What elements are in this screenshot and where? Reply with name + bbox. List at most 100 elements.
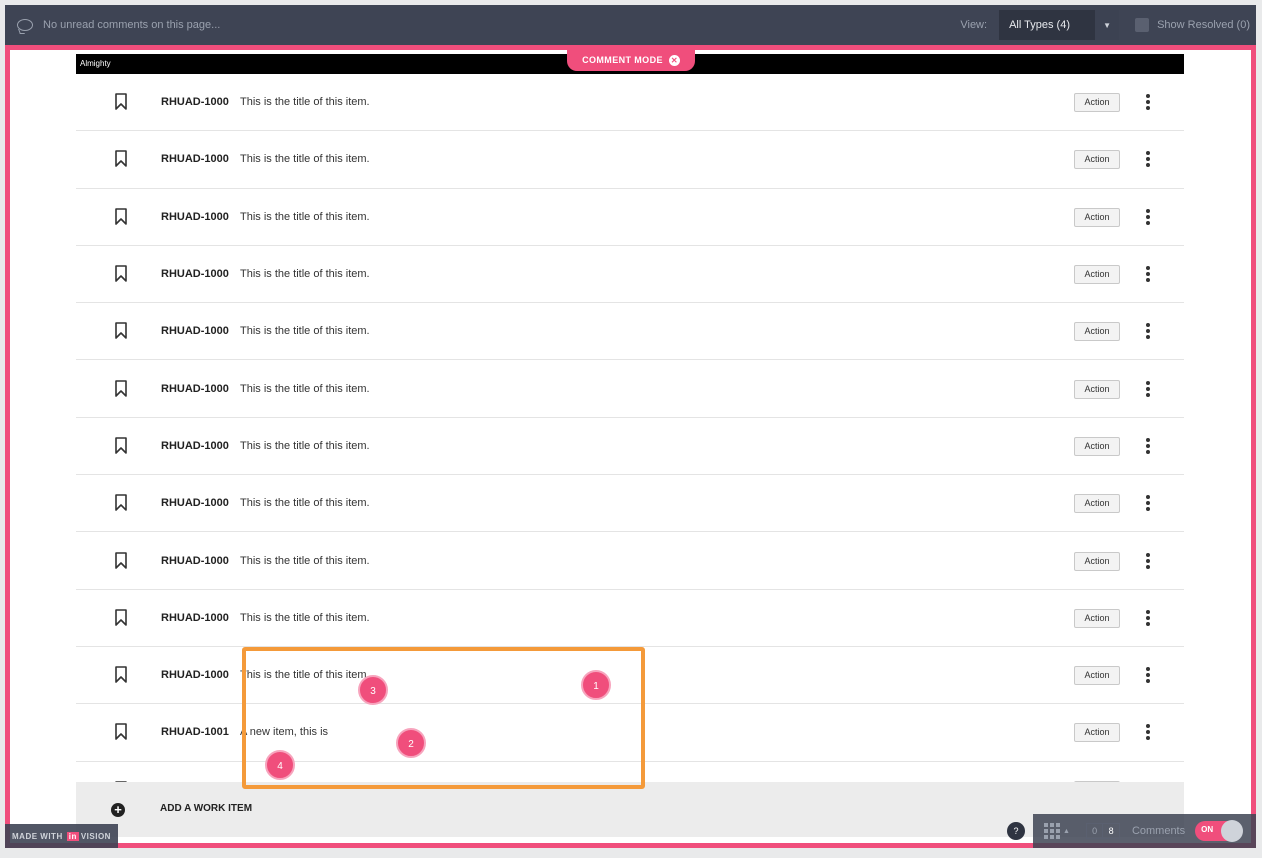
kebab-menu-icon[interactable] <box>1146 495 1150 512</box>
comment-pin-3[interactable]: 3 <box>358 675 388 705</box>
item-title[interactable]: This is the title of this item. <box>240 325 370 337</box>
item-id[interactable]: RHUAD-1001 <box>161 726 229 738</box>
kebab-menu-icon[interactable] <box>1146 552 1150 569</box>
kebab-menu-icon[interactable] <box>1146 724 1150 741</box>
checkbox-icon[interactable] <box>1135 18 1150 32</box>
unread-comments-status: No unread comments on this page... <box>43 19 221 31</box>
kebab-menu-icon[interactable] <box>1146 208 1150 225</box>
comments-toggle[interactable]: ON <box>1195 820 1244 842</box>
item-title[interactable]: This is the title of this item. <box>240 211 370 223</box>
comment-mode-label: COMMENT MODE <box>582 55 663 65</box>
bookmark-icon[interactable] <box>115 207 127 225</box>
table-row[interactable]: RHUAD-1000 This is the title of this item… <box>76 532 1184 590</box>
bookmark-icon[interactable] <box>115 666 127 683</box>
kebab-menu-icon[interactable] <box>1146 667 1150 684</box>
add-work-item-label[interactable]: ADD A WORK ITEM <box>160 803 252 814</box>
help-button[interactable]: ? <box>1007 822 1025 840</box>
item-id[interactable]: RHUAD-1000 <box>161 325 229 337</box>
item-title[interactable]: This is the title of this item. <box>240 383 370 395</box>
action-button[interactable]: Action <box>1074 436 1120 456</box>
app-title: Almighty <box>80 59 111 68</box>
item-id[interactable]: RHUAD-1000 <box>161 497 229 509</box>
action-button[interactable]: Action <box>1074 207 1120 227</box>
bookmark-icon[interactable] <box>115 93 127 110</box>
item-title[interactable]: This is the title of this item. <box>240 497 370 509</box>
action-button[interactable]: Action <box>1074 551 1120 571</box>
item-title[interactable]: This is the title of this item. <box>240 440 370 452</box>
table-row[interactable]: RHUAD-1000 This is the title of this item… <box>76 246 1184 304</box>
close-icon[interactable]: ✕ <box>668 54 680 66</box>
item-id[interactable]: RHUAD-1000 <box>161 383 229 395</box>
bookmark-icon[interactable] <box>115 609 127 626</box>
bookmark-icon[interactable] <box>115 322 127 340</box>
bookmark-icon[interactable] <box>115 494 127 512</box>
bookmark-icon[interactable] <box>115 150 127 168</box>
table-row[interactable]: RHUAD-1000 This is the title of this item… <box>76 74 1184 132</box>
comment-counter: 0 8 <box>1085 823 1120 839</box>
table-row[interactable]: RHUAD-1000 This is the title of this item… <box>76 475 1184 533</box>
comment-pin-2[interactable]: 2 <box>396 728 426 758</box>
item-id[interactable]: RHUAD-1000 <box>161 96 229 108</box>
table-row[interactable]: RHUAD-1000 This is the title of this item… <box>76 189 1184 246</box>
item-id[interactable]: RHUAD-1000 <box>161 440 229 452</box>
kebab-menu-icon[interactable] <box>1146 380 1150 397</box>
bookmark-icon[interactable] <box>115 723 127 741</box>
item-id[interactable]: RHUAD-1000 <box>161 268 229 280</box>
action-button[interactable]: Action <box>1074 150 1120 170</box>
action-button[interactable]: Action <box>1074 494 1120 514</box>
chat-bubble-icon <box>17 19 33 31</box>
table-row[interactable]: RHUAD-1000 This is the title of this item… <box>76 418 1184 476</box>
action-button[interactable]: Action <box>1074 723 1120 743</box>
item-id[interactable]: RHUAD-1000 <box>161 669 229 681</box>
bookmark-icon[interactable] <box>115 437 127 454</box>
comment-toolbar: No unread comments on this page... View:… <box>5 5 1256 45</box>
made-with-suffix: VISION <box>80 831 111 841</box>
invision-logo: in <box>66 831 79 841</box>
table-row[interactable]: RHUAD-1000 This is the title of this item… <box>76 131 1184 189</box>
table-row[interactable]: RHUAD-1000 This is the title of this item… <box>76 303 1184 361</box>
kebab-menu-icon[interactable] <box>1146 266 1150 283</box>
bookmark-icon[interactable] <box>115 551 127 569</box>
item-id[interactable]: RHUAD-1000 <box>161 612 229 624</box>
action-button[interactable]: Action <box>1074 666 1120 686</box>
comment-mode-badge[interactable]: COMMENT MODE ✕ <box>567 49 695 71</box>
grid-icon[interactable] <box>1044 823 1060 839</box>
kebab-menu-icon[interactable] <box>1146 323 1150 340</box>
chevron-down-icon[interactable]: ▼ <box>1095 10 1120 40</box>
item-title[interactable]: This is the title of this item. <box>240 153 370 165</box>
plus-circle-icon[interactable]: + <box>111 802 125 817</box>
item-title[interactable]: This is the title of this item. <box>240 612 370 624</box>
item-id[interactable]: RHUAD-1000 <box>161 555 229 567</box>
action-button[interactable]: Action <box>1074 93 1120 113</box>
comment-pin-1[interactable]: 1 <box>581 670 611 700</box>
kebab-menu-icon[interactable] <box>1146 437 1150 454</box>
counter-right: 8 <box>1102 824 1119 838</box>
comment-type-select[interactable]: All Types (4) ▼ <box>999 10 1120 40</box>
counter-left: 0 <box>1092 826 1098 836</box>
item-title[interactable]: This is the title of this item. <box>240 555 370 567</box>
show-resolved-label: Show Resolved (0) <box>1157 19 1250 31</box>
toggle-knob[interactable] <box>1221 820 1244 842</box>
made-with-prefix: MADE WITH <box>12 831 63 841</box>
action-button[interactable]: Action <box>1074 379 1120 399</box>
item-id[interactable]: RHUAD-1000 <box>161 211 229 223</box>
item-title[interactable]: This is the title of this item. <box>240 268 370 280</box>
show-resolved-checkbox[interactable]: Show Resolved (0) <box>1135 18 1250 32</box>
kebab-menu-icon[interactable] <box>1146 609 1150 626</box>
table-row[interactable]: RHUAD-1000 This is the title of this item… <box>76 360 1184 418</box>
kebab-menu-icon[interactable] <box>1146 94 1150 111</box>
item-id[interactable]: RHUAD-1000 <box>161 153 229 165</box>
comment-controls: ▲ 0 8 Comments ON <box>1033 814 1256 848</box>
kebab-menu-icon[interactable] <box>1146 151 1150 168</box>
action-button[interactable]: Action <box>1074 265 1120 285</box>
bookmark-icon[interactable] <box>115 265 127 282</box>
action-button[interactable]: Action <box>1074 608 1120 628</box>
bookmark-icon[interactable] <box>115 379 127 397</box>
action-button[interactable]: Action <box>1074 322 1120 342</box>
comment-selection-box <box>242 647 645 789</box>
comment-pin-4[interactable]: 4 <box>265 750 295 780</box>
made-with-invision-badge[interactable]: MADE WITH in VISION <box>5 824 118 848</box>
item-title[interactable]: This is the title of this item. <box>240 96 370 108</box>
caret-down-icon[interactable]: ▲ <box>1063 828 1070 835</box>
table-row[interactable]: RHUAD-1000 This is the title of this item… <box>76 590 1184 647</box>
